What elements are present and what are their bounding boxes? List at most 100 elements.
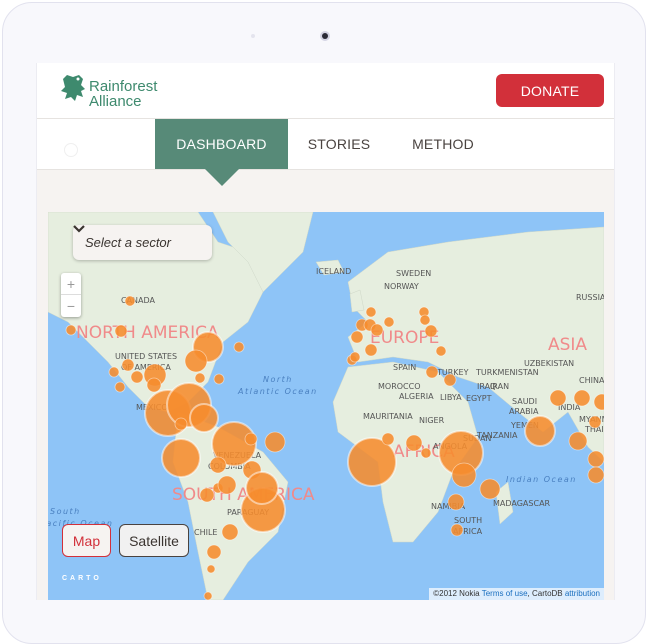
project-bubble[interactable] xyxy=(549,389,567,407)
country-label: LIBYA xyxy=(440,393,462,402)
project-bubble[interactable] xyxy=(124,295,136,307)
app-screen: Rainforest Alliance DONATE DASHBOARD STO… xyxy=(36,63,615,600)
world-map[interactable]: NORTH AMERICA EUROPE ASIA AFRICA SOUTH A… xyxy=(48,212,604,600)
ocean-label: North xyxy=(263,375,293,384)
project-bubble[interactable] xyxy=(587,466,604,484)
map-attribution: ©2012 Nokia Terms of use, CartoDB attrib… xyxy=(429,588,604,600)
project-bubble[interactable] xyxy=(108,366,120,378)
project-bubble[interactable] xyxy=(203,591,213,600)
project-bubble[interactable] xyxy=(447,493,465,511)
project-bubble[interactable] xyxy=(370,323,384,337)
project-bubble[interactable] xyxy=(479,478,501,500)
sector-select[interactable]: Select a sector xyxy=(73,225,212,260)
project-bubble[interactable] xyxy=(189,403,219,433)
project-bubble[interactable] xyxy=(568,431,588,451)
project-bubble[interactable] xyxy=(451,462,477,488)
ocean-label: Indian Ocean xyxy=(506,475,577,484)
country-label: MOROCCO xyxy=(378,382,421,391)
project-bubble[interactable] xyxy=(588,415,602,429)
country-label: NIGER xyxy=(419,416,445,425)
project-bubble[interactable] xyxy=(420,447,432,459)
country-label: NORWAY xyxy=(384,282,419,291)
project-bubble[interactable] xyxy=(161,438,201,478)
project-bubble[interactable] xyxy=(174,417,188,431)
project-bubble[interactable] xyxy=(350,330,364,344)
country-label: ICELAND xyxy=(316,267,351,276)
project-bubble[interactable] xyxy=(206,544,222,560)
project-bubble[interactable] xyxy=(114,324,128,338)
donate-button[interactable]: DONATE xyxy=(496,74,604,107)
project-bubble[interactable] xyxy=(206,564,216,574)
country-label: SPAIN xyxy=(393,363,416,372)
ocean-label: Atlantic Ocean xyxy=(237,387,318,396)
project-bubble[interactable] xyxy=(381,432,395,446)
rainforest-alliance-logo[interactable]: Rainforest Alliance xyxy=(59,71,189,113)
active-tab-indicator xyxy=(205,169,239,186)
project-bubble[interactable] xyxy=(213,373,225,385)
project-bubble[interactable] xyxy=(524,415,556,447)
country-label: SOUTH xyxy=(454,516,482,525)
project-bubble[interactable] xyxy=(221,523,239,541)
zoom-in-button[interactable]: + xyxy=(61,273,81,295)
project-bubble[interactable] xyxy=(130,370,144,384)
project-bubble[interactable] xyxy=(450,523,464,537)
project-bubble[interactable] xyxy=(199,487,215,503)
terms-of-use-link[interactable]: Terms of use xyxy=(482,589,528,598)
project-bubble[interactable] xyxy=(349,351,361,363)
project-bubble[interactable] xyxy=(383,316,395,328)
country-label: TURKMENISTAN xyxy=(475,368,539,377)
project-bubble[interactable] xyxy=(419,314,431,326)
project-bubble[interactable] xyxy=(435,345,447,357)
country-label: MAURITANIA xyxy=(363,412,413,421)
project-bubble[interactable] xyxy=(364,343,378,357)
ocean-label: South xyxy=(50,507,81,516)
chevron-down-icon xyxy=(73,225,85,233)
country-label: UNITED STATES xyxy=(115,352,177,361)
logo-text: Rainforest Alliance xyxy=(89,79,157,109)
logo-line-1: Rainforest xyxy=(89,78,158,95)
project-bubble[interactable] xyxy=(114,381,126,393)
project-bubble[interactable] xyxy=(233,341,245,353)
project-bubble[interactable] xyxy=(424,324,438,338)
country-label: SWEDEN xyxy=(396,269,431,278)
logo-line-2: Alliance xyxy=(89,93,142,110)
tab-stories[interactable]: STORIES xyxy=(299,119,379,169)
project-bubble[interactable] xyxy=(65,324,77,336)
project-bubble[interactable] xyxy=(244,432,258,446)
project-bubble[interactable] xyxy=(184,349,208,373)
country-label: CHILE xyxy=(194,528,217,537)
project-bubble[interactable] xyxy=(217,475,237,495)
zoom-control: + − xyxy=(61,273,81,317)
project-bubble[interactable] xyxy=(405,434,423,452)
globe-icon xyxy=(64,143,78,157)
attribution-link[interactable]: attribution xyxy=(565,589,600,598)
project-bubble[interactable] xyxy=(121,358,135,372)
carto-logo[interactable]: CARTO xyxy=(62,575,102,582)
country-label: TANZANIA xyxy=(476,431,518,440)
sector-select-placeholder: Select a sector xyxy=(85,235,171,250)
project-bubble[interactable] xyxy=(587,450,604,468)
project-bubble[interactable] xyxy=(425,365,439,379)
tab-dashboard[interactable]: DASHBOARD xyxy=(155,119,288,169)
project-bubble[interactable] xyxy=(245,471,279,505)
tab-method[interactable]: METHOD xyxy=(399,119,487,169)
sensor-dot xyxy=(251,34,255,38)
country-label: SAUDI xyxy=(512,397,537,406)
attribution-text: ©2012 Nokia xyxy=(433,589,482,598)
project-bubble[interactable] xyxy=(194,372,206,384)
frog-icon xyxy=(61,75,85,101)
country-label: RUSSIA xyxy=(576,293,604,302)
country-label: UZBEKISTAN xyxy=(524,359,574,368)
country-label: MADAGASCAR xyxy=(493,499,551,508)
project-bubble[interactable] xyxy=(146,377,162,393)
project-bubble[interactable] xyxy=(573,389,591,407)
project-bubble[interactable] xyxy=(264,431,286,453)
satellite-basemap-button[interactable]: Satellite xyxy=(119,524,189,557)
project-bubble[interactable] xyxy=(365,306,377,318)
zoom-out-button[interactable]: − xyxy=(61,295,81,316)
map-basemap-button[interactable]: Map xyxy=(62,524,111,557)
project-bubble[interactable] xyxy=(443,373,457,387)
camera-icon xyxy=(322,33,328,39)
attribution-middle: , CartoDB xyxy=(527,589,565,598)
project-bubble[interactable] xyxy=(209,456,227,474)
